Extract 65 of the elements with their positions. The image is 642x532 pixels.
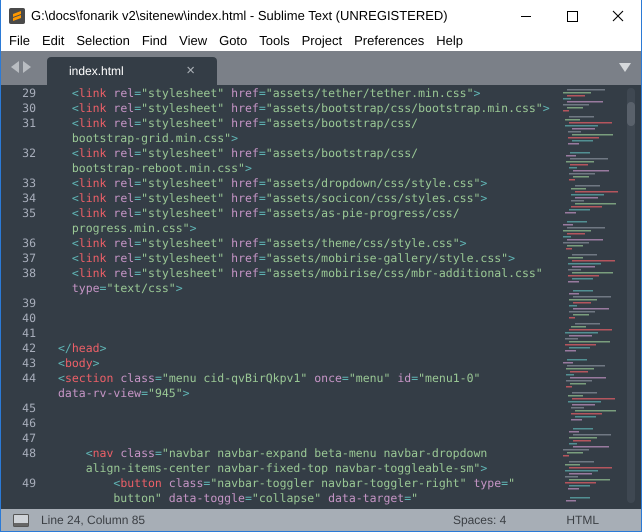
dropdown-icon[interactable] [619, 63, 631, 72]
line-number: 49 [21, 476, 36, 491]
line-number: 39 [21, 296, 36, 311]
menu-item[interactable]: Goto [213, 31, 254, 51]
code-line: <link rel="stylesheet" href="assets/bootstrap/css/ [70, 146, 418, 161]
line-number: 34 [21, 191, 36, 206]
menu-item[interactable]: Selection [70, 31, 136, 51]
cursor-position: Line 24, Column 85 [41, 512, 146, 529]
code-line: button" data-toggle="collapse" data-target=" [112, 491, 420, 506]
menu-item[interactable]: Project [296, 31, 348, 51]
code-line: </head> [58, 341, 106, 356]
line-number: 32 [21, 146, 36, 161]
scrollbar[interactable] [627, 88, 635, 503]
line-number: 44 [21, 371, 36, 386]
code-line: bootstrap-reboot.min.css"> [70, 161, 253, 176]
line-number: 35 [21, 206, 36, 221]
line-number: 47 [21, 431, 36, 446]
line-number: 38 [21, 266, 36, 281]
code-line: <link rel="stylesheet" href="assets/as-pie-progress/css/ [70, 206, 460, 221]
line-number: 30 [21, 101, 36, 116]
menu-item[interactable]: Edit [36, 31, 70, 51]
code-line: <section class="menu cid-qvBirQkpv1" once="menu" id="menu1-0" [58, 371, 480, 386]
indentation-setting[interactable]: Spaces: 4 [452, 511, 506, 529]
line-number: 42 [21, 341, 36, 356]
line-number: 48 [21, 446, 36, 461]
menu-item[interactable]: Tools [253, 31, 296, 51]
code-line: <nav class="navbar navbar-expand beta-menu navbar-dropdown [84, 446, 488, 461]
line-number: 40 [21, 311, 36, 326]
line-number: 29 [21, 86, 36, 101]
line-number: 36 [21, 236, 36, 251]
menu-item[interactable]: Help [430, 31, 469, 51]
line-number: 37 [21, 251, 36, 266]
line-number: 31 [21, 116, 36, 131]
code-line: <link rel="stylesheet" href="assets/socicon/css/styles.css"> [70, 191, 488, 206]
code-line: <link rel="stylesheet" href="assets/mobirise-gallery/style.css"> [70, 251, 516, 266]
syntax-setting[interactable]: HTML [566, 511, 599, 529]
line-number: 33 [21, 176, 36, 191]
menu-item[interactable]: File [3, 31, 36, 51]
app-icon [9, 8, 25, 24]
line-number: 41 [21, 326, 36, 341]
line-number: 45 [21, 401, 36, 416]
code-line: type="text/css"> [70, 281, 184, 296]
code-line: <button class="navbar-toggler navbar-toggler-right" type=" [112, 476, 516, 491]
line-number: 43 [21, 356, 36, 371]
forward-arrow-icon[interactable] [23, 61, 31, 73]
code-line: <link rel="stylesheet" href="assets/dropdown/css/style.css"> [70, 176, 488, 191]
back-arrow-icon[interactable] [11, 61, 19, 73]
panel-icon[interactable] [13, 514, 29, 526]
menu-item[interactable]: Preferences [348, 31, 430, 51]
window-title: G:\docs\fonarik v2\sitenew\index.html - Sublime Text (UNREGISTERED) [31, 6, 448, 25]
code-line: <body> [58, 356, 100, 371]
tab-close-button[interactable]: × [186, 60, 195, 82]
file-tab[interactable]: index.html × [47, 57, 217, 85]
menu-item[interactable]: Find [136, 31, 174, 51]
code-line: bootstrap-grid.min.css"> [70, 131, 240, 146]
code-line: <link rel="stylesheet" href="assets/theme/css/style.css"> [70, 236, 467, 251]
code-line: <link rel="stylesheet" href="assets/tether/tether.min.css"> [70, 86, 480, 101]
code-line: align-items-center navbar-fixed-top navbar-toggleable-sm"> [84, 461, 488, 476]
line-number: 46 [21, 416, 36, 431]
code-line: data-rv-view="945"> [58, 386, 191, 401]
code-line: progress.min.css"> [70, 221, 198, 236]
code-line: <link rel="stylesheet" href="assets/mobirise/css/mbr-additional.css" [70, 266, 543, 281]
code-line: <link rel="stylesheet" href="assets/bootstrap/css/ [70, 116, 418, 131]
code-line: <link rel="stylesheet" href="assets/bootstrap/css/bootstrap.min.css"> [70, 101, 550, 116]
menu-item[interactable]: View [173, 31, 214, 51]
